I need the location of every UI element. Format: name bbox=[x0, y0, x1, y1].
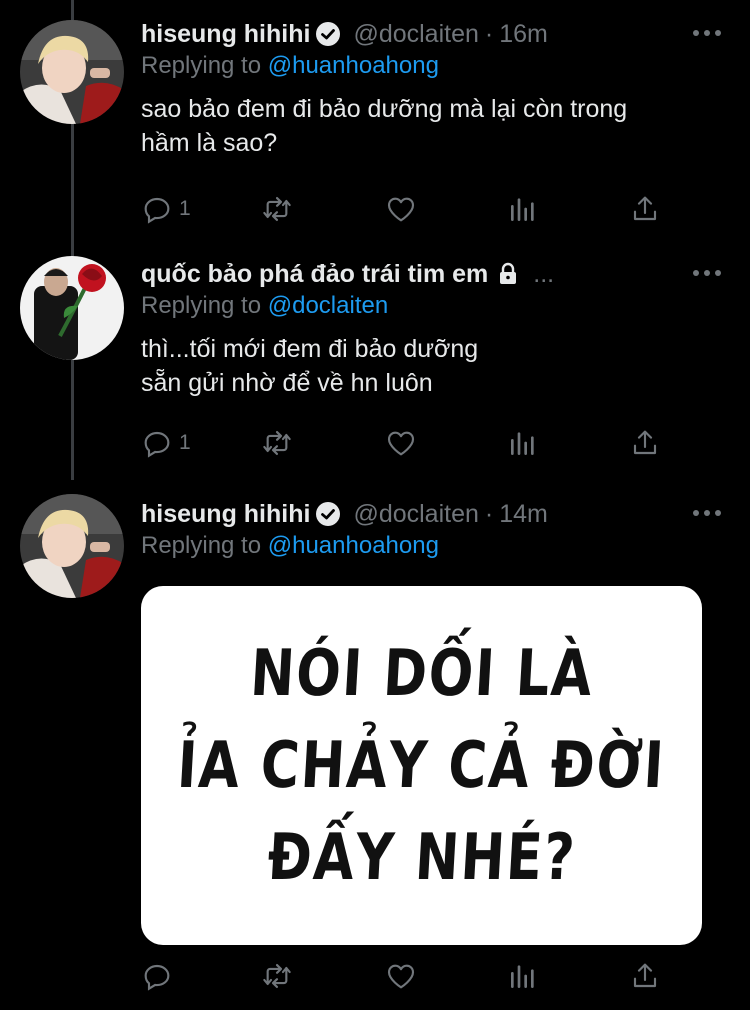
action-bar: 1 bbox=[141, 423, 691, 463]
user-handle[interactable]: @doclaiten bbox=[353, 500, 478, 529]
tweet-text-line: sao bảo đem đi bảo dưỡng mà lại còn tron… bbox=[141, 95, 628, 123]
analytics-button[interactable] bbox=[507, 189, 539, 229]
reply-icon bbox=[144, 197, 170, 224]
analytics-button[interactable] bbox=[507, 423, 539, 463]
user-handle-truncated[interactable]: ... bbox=[533, 260, 554, 289]
retweet-button[interactable] bbox=[261, 189, 293, 229]
retweet-button[interactable] bbox=[261, 423, 293, 463]
heart-icon bbox=[387, 197, 415, 222]
reply-icon bbox=[144, 431, 170, 458]
tweet-header: hiseung hihihi @doclaiten · 16m bbox=[141, 14, 548, 54]
timestamp[interactable]: 16m bbox=[499, 20, 548, 49]
tweet-text-line: sẵn gửi nhờ để về hn luôn bbox=[141, 369, 433, 397]
reply-count: 1 bbox=[179, 197, 191, 220]
separator-dot: · bbox=[484, 499, 494, 528]
analytics-icon bbox=[511, 198, 534, 221]
tweet-text-line: hầm là sao? bbox=[141, 129, 278, 157]
like-button[interactable] bbox=[385, 189, 417, 229]
replying-mention[interactable]: @huanhoahong bbox=[268, 52, 439, 79]
analytics-button[interactable] bbox=[507, 956, 539, 996]
separator-dot: · bbox=[484, 19, 494, 48]
meme-text-line: ỈA CHẢY CẢ ĐỜI bbox=[175, 728, 668, 803]
heart-icon bbox=[387, 964, 415, 989]
more-icon[interactable] bbox=[690, 258, 724, 288]
action-bar: 1 bbox=[141, 189, 691, 229]
reply-button[interactable]: 1 bbox=[141, 189, 191, 229]
display-name[interactable]: quốc bảo phá đảo trái tim em bbox=[141, 260, 488, 289]
tweet-header: hiseung hihihi @doclaiten · 14m bbox=[141, 494, 548, 534]
heart-icon bbox=[387, 431, 415, 456]
replying-label: Replying to bbox=[141, 532, 262, 559]
tweet-text-line: thì...tối mới đem đi bảo dưỡng bbox=[141, 335, 479, 363]
verified-badge-icon bbox=[315, 21, 341, 47]
tweet-text: sao bảo đem đi bảo dưỡng mà lại còn tron… bbox=[141, 92, 701, 160]
action-bar bbox=[141, 956, 691, 996]
replying-mention[interactable]: @doclaiten bbox=[268, 292, 388, 319]
reply-icon bbox=[144, 964, 170, 991]
like-button[interactable] bbox=[385, 423, 417, 463]
meme-text-line: NÓI DỐI LÀ bbox=[247, 636, 596, 711]
replying-to: Replying to @huanhoahong bbox=[141, 52, 439, 80]
share-icon bbox=[633, 430, 657, 455]
replying-mention[interactable]: @huanhoahong bbox=[268, 532, 439, 559]
analytics-icon bbox=[511, 432, 534, 455]
tweet-text: thì...tối mới đem đi bảo dưỡng sẵn gửi n… bbox=[141, 332, 701, 400]
reply-button[interactable] bbox=[141, 956, 173, 996]
reply-button[interactable]: 1 bbox=[141, 423, 191, 463]
share-button[interactable] bbox=[629, 956, 661, 996]
replying-label: Replying to bbox=[141, 52, 262, 79]
more-icon[interactable] bbox=[690, 18, 724, 48]
analytics-icon bbox=[511, 965, 534, 988]
share-button[interactable] bbox=[629, 423, 661, 463]
replying-to: Replying to @doclaiten bbox=[141, 292, 388, 320]
avatar[interactable] bbox=[20, 20, 124, 124]
avatar[interactable] bbox=[20, 256, 124, 360]
reply-count: 1 bbox=[179, 431, 191, 454]
verified-badge-icon bbox=[315, 501, 341, 527]
tweet-media-image[interactable]: NÓI DỐI LÀ ỈA CHẢY CẢ ĐỜI ĐẤY NHÉ? bbox=[141, 586, 702, 945]
retweet-icon bbox=[263, 431, 291, 455]
share-button[interactable] bbox=[629, 189, 661, 229]
display-name[interactable]: hiseung hihihi bbox=[141, 500, 310, 529]
share-icon bbox=[633, 963, 657, 988]
replying-label: Replying to bbox=[141, 292, 262, 319]
timestamp[interactable]: 14m bbox=[499, 500, 548, 529]
retweet-button[interactable] bbox=[261, 956, 293, 996]
display-name[interactable]: hiseung hihihi bbox=[141, 20, 310, 49]
more-icon[interactable] bbox=[690, 498, 724, 528]
avatar[interactable] bbox=[20, 494, 124, 598]
share-icon bbox=[633, 196, 657, 221]
replying-to: Replying to @huanhoahong bbox=[141, 532, 439, 560]
retweet-icon bbox=[263, 964, 291, 988]
tweet-header: quốc bảo phá đảo trái tim em ... bbox=[141, 254, 554, 294]
like-button[interactable] bbox=[385, 956, 417, 996]
lock-icon bbox=[495, 261, 521, 287]
retweet-icon bbox=[263, 197, 291, 221]
user-handle[interactable]: @doclaiten bbox=[353, 20, 478, 49]
meme-text-line: ĐẤY NHÉ? bbox=[265, 820, 578, 895]
